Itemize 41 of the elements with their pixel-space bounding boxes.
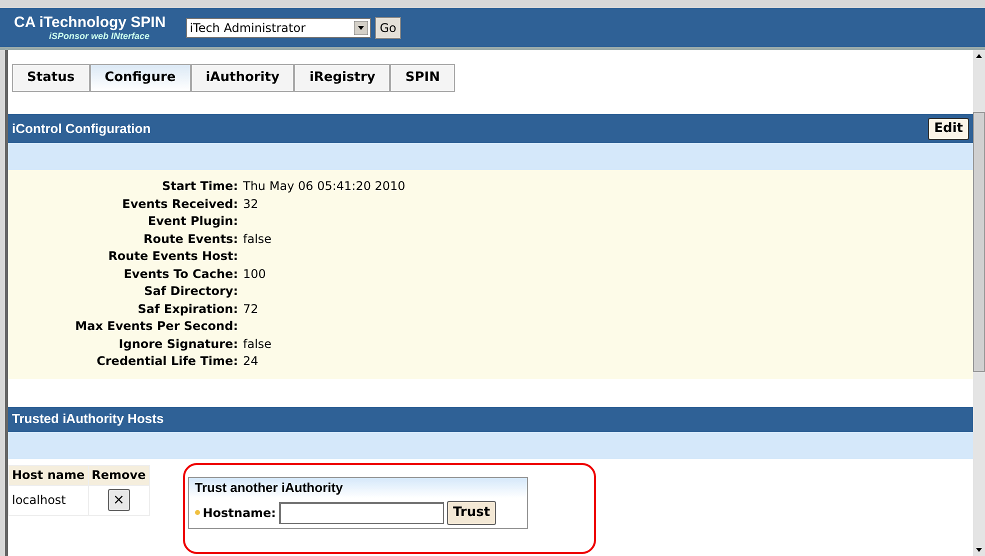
field-label: Credential Life Time:: [96, 353, 238, 370]
edit-button[interactable]: Edit: [928, 118, 969, 140]
field-value: 72: [242, 300, 260, 318]
scrollbar[interactable]: [973, 50, 985, 556]
field-label: Events To Cache:: [122, 266, 238, 282]
dropdown-icon: [354, 20, 368, 34]
field-label: Start Time:: [160, 178, 238, 195]
field-label: Ignore Signature:: [118, 336, 238, 353]
field-value: 100: [242, 266, 267, 282]
go-button[interactable]: Go: [374, 16, 402, 38]
field-value: Thu May 06 05:41:20 2010: [242, 178, 406, 195]
remove-button[interactable]: ×: [108, 489, 130, 511]
trust-button[interactable]: Trust: [446, 500, 496, 524]
column-header: Host name: [8, 465, 88, 485]
field-label: Hostname:: [202, 504, 276, 522]
column-header: Remove: [88, 465, 150, 485]
field-label: Max Events Per Second:: [74, 318, 238, 335]
field-label: Event Plugin:: [146, 213, 238, 230]
field-value: false: [242, 230, 273, 248]
app-subtitle: iSPonsor web INterface: [48, 31, 151, 41]
app-title: CA iTechnology SPIN: [14, 14, 166, 31]
section-title: iControl Configuration: [12, 120, 151, 138]
field-value: false: [242, 336, 273, 352]
field-value: 32: [242, 196, 260, 212]
field-value: 24: [242, 353, 260, 370]
tab[interactable]: Configure: [90, 64, 191, 92]
field-label: Saf Directory:: [143, 283, 238, 300]
tab[interactable]: iRegistry: [294, 64, 390, 92]
field-label: Saf Expiration:: [136, 300, 238, 318]
bullet-icon: [194, 510, 200, 515]
form-title: Trust another iAuthority: [188, 478, 527, 498]
field-label: Route Events Host:: [107, 248, 238, 265]
table-cell: localhost: [8, 485, 88, 515]
role-select[interactable]: iTech Administrator: [186, 18, 371, 38]
hostname-field[interactable]: [278, 502, 444, 524]
tab[interactable]: iAuthority: [190, 64, 294, 92]
field-label: Route Events:: [142, 230, 238, 248]
section-title: Trusted iAuthority Hosts: [12, 410, 164, 428]
tab[interactable]: SPIN: [390, 64, 455, 92]
tab[interactable]: Status: [12, 64, 90, 92]
field-label: Events Received:: [121, 196, 238, 212]
